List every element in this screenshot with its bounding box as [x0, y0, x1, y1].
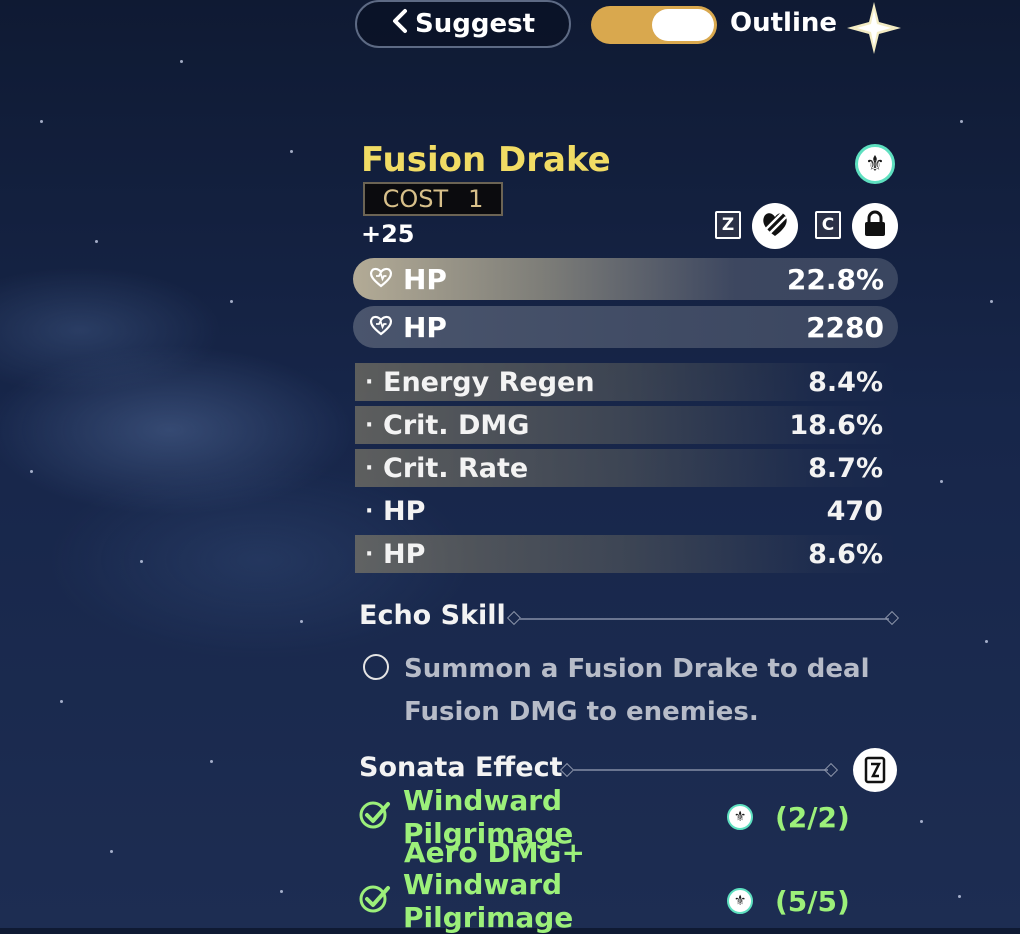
- background-star: [280, 890, 283, 893]
- background-star: [300, 620, 303, 623]
- background-star: [920, 820, 923, 823]
- sub-stat-bullet: ·: [365, 498, 374, 524]
- echo-level: +25: [361, 220, 415, 248]
- sub-stat-row: · Energy Regen 8.4%: [355, 363, 895, 401]
- sub-stat-row: · Crit. DMG 18.6%: [355, 406, 895, 444]
- background-star: [990, 300, 993, 303]
- chevron-left-icon: [391, 8, 409, 41]
- lock-button[interactable]: [852, 203, 898, 249]
- sub-stat-name: HP: [383, 538, 426, 570]
- cost-value: 1: [468, 185, 484, 213]
- background-star: [30, 470, 33, 473]
- top-bar: Suggest Outline: [355, 0, 915, 54]
- background-star: [210, 760, 213, 763]
- background-star: [960, 120, 963, 123]
- fusion-element-icon: ⚜: [855, 144, 895, 184]
- sub-stat-value: 8.6%: [808, 538, 883, 570]
- toggle-knob: [652, 9, 714, 41]
- main-stat-row: HP 22.8%: [353, 258, 898, 300]
- discard-icon: [760, 209, 790, 243]
- background-star: [40, 120, 43, 123]
- sonata-effect-title: Sonata Effect: [359, 752, 563, 783]
- sparkle-badge-icon: [843, 0, 905, 56]
- divider-diamond: [823, 762, 839, 778]
- background-star: [110, 850, 113, 853]
- echo-skill-title: Echo Skill: [359, 600, 506, 631]
- sonata-effect-row: Windward Pilgrimage ⚜ (5/5): [359, 868, 879, 934]
- skill-bullet-icon: [363, 654, 389, 680]
- hp-heart-icon: [369, 266, 393, 292]
- sub-stat-bullet: ·: [365, 541, 374, 567]
- discard-button[interactable]: [752, 203, 798, 249]
- suggest-label: Suggest: [415, 9, 535, 39]
- outline-label: Outline: [730, 8, 838, 38]
- sub-stat-value: 18.6%: [789, 409, 883, 441]
- section-divider: [519, 618, 889, 620]
- background-star: [140, 560, 143, 563]
- background-star: [940, 480, 943, 483]
- sub-stat-value: 8.7%: [808, 452, 883, 484]
- hp-heart-icon: [369, 314, 393, 340]
- lock-key-hint: C: [815, 211, 841, 239]
- background-star: [60, 700, 63, 703]
- sub-stat-row: · HP 470: [355, 492, 895, 530]
- main-stat-name: HP: [403, 262, 447, 296]
- sub-stat-bullet: ·: [365, 412, 374, 438]
- background-star: [290, 150, 293, 153]
- main-stat-value: 22.8%: [786, 262, 884, 296]
- cost-badge: COST 1: [363, 182, 503, 216]
- divider-diamond: [884, 610, 900, 626]
- sonata-effect-name: Windward Pilgrimage: [403, 868, 574, 934]
- background-star: [180, 60, 183, 63]
- skill-desc-line: Summon a Fusion Drake to deal: [404, 654, 870, 684]
- sub-stat-row: · Crit. Rate 8.7%: [355, 449, 895, 487]
- sonata-effect-count: (2/2): [775, 800, 850, 834]
- sub-stat-bullet: ·: [365, 455, 374, 481]
- sonata-card-icon[interactable]: [853, 748, 897, 792]
- main-stat-row: HP 2280: [353, 306, 898, 348]
- sub-stat-bullet: ·: [365, 369, 374, 395]
- sonata-effect-row: Windward Pilgrimage ⚜ (2/2): [359, 784, 879, 850]
- sonata-effect-count: (5/5): [775, 884, 850, 918]
- background-star: [958, 895, 961, 898]
- sub-stat-value: 8.4%: [808, 366, 883, 398]
- sub-stat-name: Energy Regen: [383, 366, 595, 398]
- sonata-effect-description: Aero DMG+: [404, 836, 586, 869]
- sub-stat-name: HP: [383, 495, 426, 527]
- check-circle-icon: [359, 882, 403, 921]
- echo-skill-description: Summon a Fusion Drake to deal Fusion DMG…: [404, 648, 884, 734]
- lock-icon: [862, 210, 888, 242]
- background-star: [230, 300, 233, 303]
- sonata-set-icon: ⚜: [727, 888, 753, 914]
- sub-stat-name: Crit. DMG: [383, 409, 530, 441]
- sub-stat-name: Crit. Rate: [383, 452, 529, 484]
- discard-key-hint: Z: [715, 211, 741, 239]
- cost-label: COST: [382, 185, 449, 213]
- echo-name: Fusion Drake: [361, 140, 611, 180]
- skill-desc-line: Fusion DMG to enemies.: [404, 697, 759, 727]
- background-star: [985, 640, 988, 643]
- sub-stat-value: 470: [826, 495, 883, 527]
- check-circle-icon: [359, 798, 403, 837]
- sub-stat-row: · HP 8.6%: [355, 535, 895, 573]
- main-stat-name: HP: [403, 310, 447, 344]
- main-stat-value: 2280: [806, 310, 884, 344]
- section-divider: [572, 769, 828, 771]
- background-star: [95, 240, 98, 243]
- sonata-set-icon: ⚜: [727, 804, 753, 830]
- outline-toggle[interactable]: [591, 6, 717, 44]
- suggest-button[interactable]: Suggest: [355, 0, 571, 48]
